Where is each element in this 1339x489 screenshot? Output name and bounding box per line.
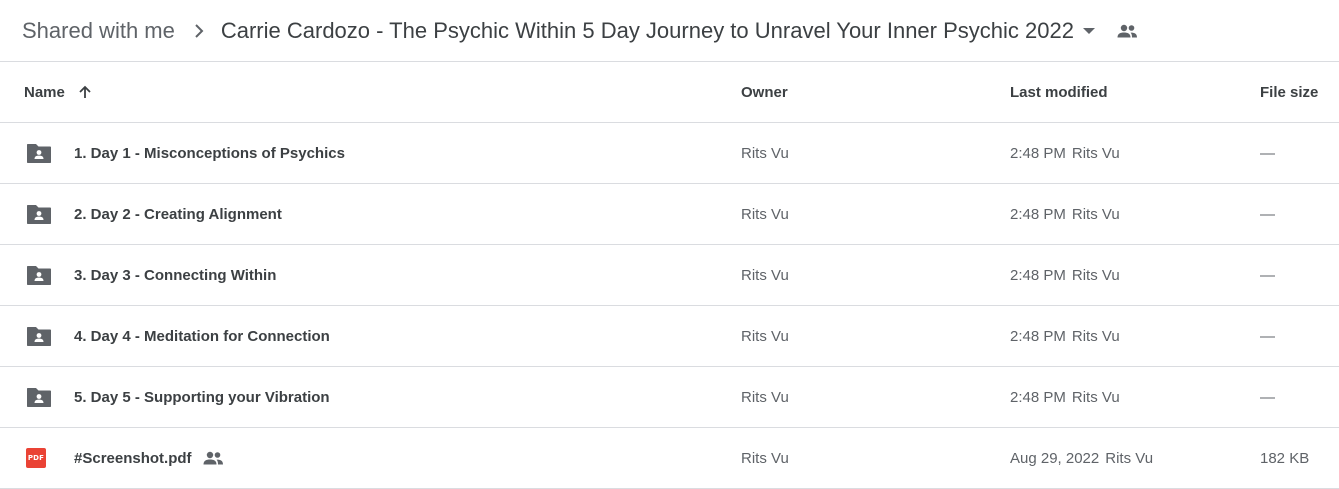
- modified-time: 2:48 PM: [1010, 388, 1066, 406]
- file-owner: Rits Vu: [741, 327, 789, 345]
- table-row[interactable]: 5. Day 5 - Supporting your Vibration Rit…: [0, 367, 1339, 428]
- table-header: Name Owner Last modified File size: [0, 62, 1339, 123]
- file-name: #Screenshot.pdf: [74, 428, 224, 488]
- file-owner: Rits Vu: [741, 449, 789, 467]
- column-header-name[interactable]: Name: [24, 62, 93, 122]
- shared-folder-icon: [26, 306, 52, 366]
- modified-time: 2:48 PM: [1010, 205, 1066, 223]
- file-owner: Rits Vu: [741, 144, 789, 162]
- modified-time: Aug 29, 2022: [1010, 449, 1100, 467]
- file-name: 2. Day 2 - Creating Alignment: [74, 184, 282, 244]
- pdf-icon-label: PDF: [26, 448, 46, 468]
- modified-time: 2:48 PM: [1010, 327, 1066, 345]
- modified-time: 2:48 PM: [1010, 144, 1066, 162]
- file-name: 5. Day 5 - Supporting your Vibration: [74, 367, 330, 427]
- file-size: —: [1260, 144, 1275, 162]
- file-last-modified: 2:48 PM Rits Vu: [1010, 306, 1120, 366]
- file-size: —: [1260, 266, 1275, 284]
- file-last-modified: 2:48 PM Rits Vu: [1010, 245, 1120, 305]
- file-list: 1. Day 1 - Misconceptions of Psychics Ri…: [0, 123, 1339, 489]
- file-size: 182 KB: [1260, 449, 1310, 467]
- table-row[interactable]: 3. Day 3 - Connecting Within Rits Vu 2:4…: [0, 245, 1339, 306]
- file-name: 3. Day 3 - Connecting Within: [74, 245, 276, 305]
- column-header-last-modified[interactable]: Last modified: [1010, 62, 1108, 122]
- modified-time: 2:48 PM: [1010, 266, 1066, 284]
- breadcrumb-current-folder[interactable]: Carrie Cardozo - The Psychic Within 5 Da…: [221, 18, 1074, 44]
- shared-folder-icon: [26, 123, 52, 183]
- modified-by: Rits Vu: [1071, 144, 1120, 162]
- file-owner: Rits Vu: [741, 266, 789, 284]
- shared-folder-icon: [26, 245, 52, 305]
- file-name: 1. Day 1 - Misconceptions of Psychics: [74, 123, 345, 183]
- file-last-modified: 2:48 PM Rits Vu: [1010, 184, 1120, 244]
- arrow-up-icon[interactable]: [77, 84, 93, 100]
- file-size: —: [1260, 205, 1275, 223]
- modified-by: Rits Vu: [1105, 449, 1154, 467]
- modified-by: Rits Vu: [1071, 266, 1120, 284]
- file-last-modified: Aug 29, 2022 Rits Vu: [1010, 428, 1153, 488]
- column-header-owner[interactable]: Owner: [741, 62, 788, 122]
- column-name-label: Name: [24, 83, 65, 101]
- shared-folder-icon: [26, 367, 52, 427]
- people-icon: [1116, 24, 1138, 38]
- breadcrumb: Shared with me Carrie Cardozo - The Psyc…: [0, 0, 1339, 62]
- column-header-file-size[interactable]: File size: [1260, 62, 1318, 122]
- file-last-modified: 2:48 PM Rits Vu: [1010, 123, 1120, 183]
- file-owner: Rits Vu: [741, 205, 789, 223]
- chevron-right-icon: [193, 23, 205, 39]
- file-owner: Rits Vu: [741, 388, 789, 406]
- table-row[interactable]: PDF #Screenshot.pdf Rits Vu Aug 29, 2022…: [0, 428, 1339, 489]
- file-name-text: 3. Day 3 - Connecting Within: [74, 266, 277, 284]
- file-name: 4. Day 4 - Meditation for Connection: [74, 306, 330, 366]
- modified-by: Rits Vu: [1071, 327, 1120, 345]
- file-name-text: 5. Day 5 - Supporting your Vibration: [74, 388, 330, 406]
- table-row[interactable]: 4. Day 4 - Meditation for Connection Rit…: [0, 306, 1339, 367]
- file-name-text: 4. Day 4 - Meditation for Connection: [74, 327, 330, 345]
- caret-down-icon[interactable]: [1082, 27, 1096, 35]
- table-row[interactable]: 1. Day 1 - Misconceptions of Psychics Ri…: [0, 123, 1339, 184]
- people-icon: [202, 451, 224, 465]
- file-size: —: [1260, 327, 1275, 345]
- file-size: —: [1260, 388, 1275, 406]
- modified-by: Rits Vu: [1071, 388, 1120, 406]
- modified-by: Rits Vu: [1071, 205, 1120, 223]
- file-name-text: #Screenshot.pdf: [74, 449, 192, 467]
- file-name-text: 2. Day 2 - Creating Alignment: [74, 205, 282, 223]
- file-last-modified: 2:48 PM Rits Vu: [1010, 367, 1120, 427]
- table-row[interactable]: 2. Day 2 - Creating Alignment Rits Vu 2:…: [0, 184, 1339, 245]
- pdf-icon: PDF: [26, 428, 46, 488]
- breadcrumb-shared-with-me[interactable]: Shared with me: [22, 18, 175, 44]
- shared-folder-icon: [26, 184, 52, 244]
- file-name-text: 1. Day 1 - Misconceptions of Psychics: [74, 144, 345, 162]
